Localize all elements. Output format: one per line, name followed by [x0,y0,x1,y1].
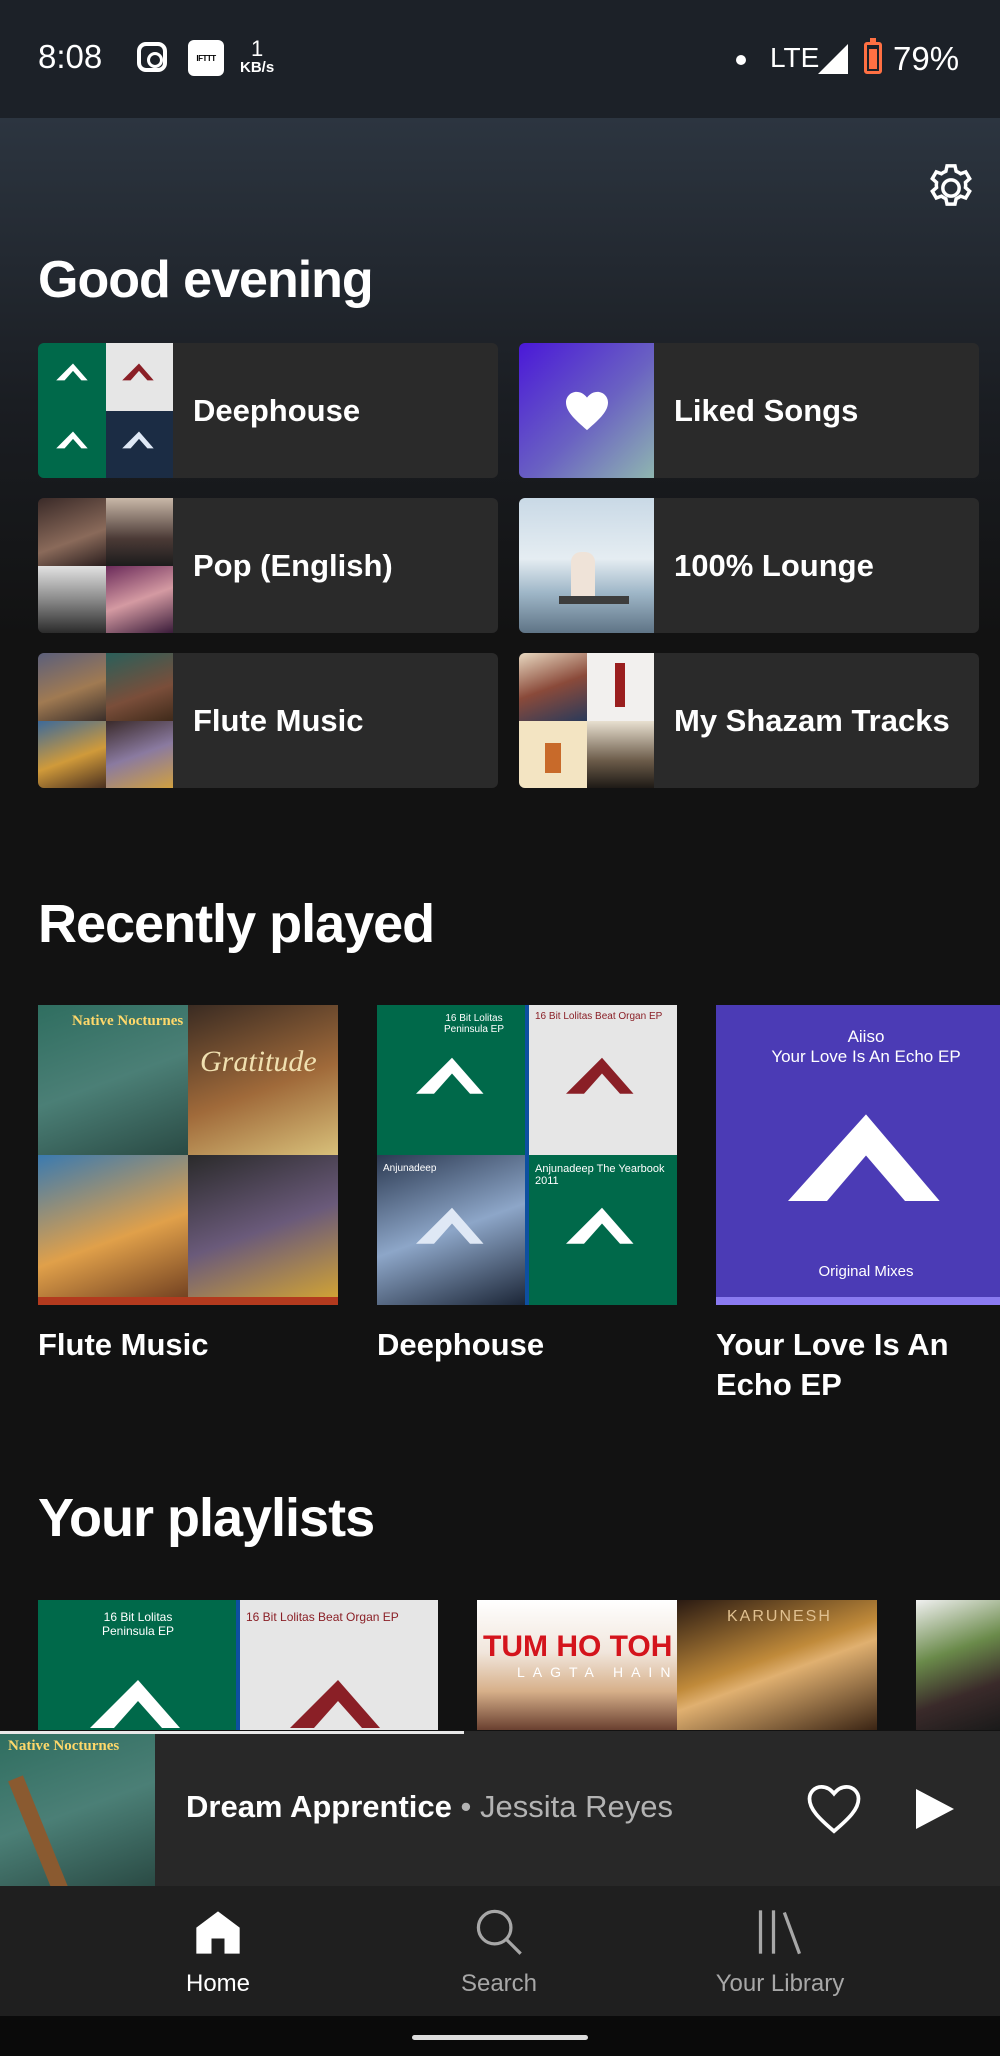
shortcut-label: My Shazam Tracks [674,702,950,738]
search-icon [476,1909,522,1955]
shortcut-label: Flute Music [193,702,364,738]
shortcut-thumbnail [38,653,173,788]
status-bar: 8:08 IFTTT 1 KB/s LTE 79% [0,0,1000,118]
shortcut-liked-songs[interactable]: Liked Songs [519,343,979,478]
nav-home[interactable]: Home [93,1886,343,2016]
settings-gear-icon[interactable] [923,160,979,216]
play-icon[interactable] [916,1789,954,1829]
cover-text: 16 Bit Lolitas Beat Organ EP [246,1610,399,1624]
nav-your-library[interactable]: Your Library [655,1886,905,2016]
cover-text: Aiiso [847,1027,885,1046]
recent-title: Deephouse [377,1327,545,1362]
shortcut-pop-english[interactable]: Pop (English) [38,498,498,633]
nav-search[interactable]: Search [374,1886,624,2016]
recent-item-flute-music[interactable]: Native Nocturnes Gratitude Flute Music [38,1005,338,1365]
signal-icon [818,44,848,74]
shortcut-thumbnail [519,653,654,788]
recent-title: Flute Music [38,1327,209,1362]
cover-text: 16 Bit Lolitas Peninsula EP [101,1610,175,1638]
nav-label: Search [460,1970,538,1997]
cover-text: Gratitude [200,1045,317,1078]
shortcut-thumbnail [519,498,654,633]
cover-text: 16 Bit Lolitas Peninsula EP [443,1013,505,1035]
recently-played-title: Recently played [38,894,435,954]
now-playing-artist: Jessita Reyes [479,1789,673,1824]
ifttt-icon: IFTTT [188,40,224,76]
system-gesture-bar [0,2016,1000,2056]
battery-percent: 79% [893,40,960,77]
cover-text: KARUNESH [727,1608,832,1625]
now-playing-cover: Native Nocturnes [0,1734,155,1886]
cover-text: Original Mixes [818,1263,914,1280]
shortcut-label: 100% Lounge [674,547,874,583]
your-playlists-title: Your playlists [38,1488,375,1548]
now-playing-title: Dream Apprentice [186,1789,452,1824]
shortcut-my-shazam-tracks[interactable]: My Shazam Tracks [519,653,979,788]
shortcut-label: Liked Songs [674,392,859,428]
greeting-title: Good evening [38,251,374,309]
recent-cover: 16 Bit Lolitas Peninsula EP 16 Bit Lolit… [377,1005,677,1305]
cover-text: Your Love Is An Echo EP [771,1047,961,1066]
recent-item-your-love-is-an-echo-ep[interactable]: Aiiso Your Love Is An Echo EP Original M… [716,1005,1000,1406]
shortcut-thumbnail [38,343,173,478]
net-speed: 1 KB/s [240,36,275,76]
net-speed-value: 1 [250,36,264,61]
nav-label: Your Library [715,1970,845,1997]
network-type: LTE [770,42,820,73]
notification-dot-icon [736,55,746,65]
liked-songs-thumbnail [519,343,654,478]
now-playing-bar[interactable]: Native Nocturnes Dream Apprentice • Jess… [0,1731,1000,1886]
heart-filled-icon [566,391,608,431]
library-icon [758,1910,802,1955]
recent-cover: Aiiso Your Love Is An Echo EP Original M… [716,1005,1000,1305]
shortcut-100-lounge[interactable]: 100% Lounge [519,498,979,633]
recent-cover: Native Nocturnes Gratitude [38,1005,338,1305]
status-time: 8:08 [38,38,103,75]
instagram-icon [137,42,167,72]
playlist-cover[interactable] [916,1600,1000,1730]
shortcut-label: Deephouse [193,392,361,428]
nav-label: Home [185,1970,251,1997]
recent-title: Your Love Is An Echo EP [716,1327,949,1403]
shortcut-deephouse[interactable]: Deephouse [38,343,498,478]
anjuna-logo-icon [788,1114,940,1201]
bottom-navigation: Home Search Your Library [0,1886,1000,2016]
recent-item-deephouse[interactable]: 16 Bit Lolitas Peninsula EP 16 Bit Lolit… [377,1005,677,1365]
playlist-cover[interactable]: TUM HO TOH LAGTA HAIN KARUNESH [477,1600,877,1730]
playlist-cover[interactable]: 16 Bit Lolitas Peninsula EP 16 Bit Lolit… [38,1600,438,1730]
cover-text: TUM HO TOH [483,1630,673,1663]
cover-text: 16 Bit Lolitas Beat Organ EP [535,1011,663,1022]
like-heart-icon[interactable] [806,1783,862,1835]
gesture-handle[interactable] [412,2035,588,2040]
cover-text: Native Nocturnes [8,1738,120,1754]
shortcut-thumbnail [38,498,173,633]
cover-text: Native Nocturnes [72,1013,184,1029]
net-speed-unit: KB/s [240,59,275,76]
shortcut-label: Pop (English) [193,547,393,583]
home-icon [196,1911,240,1954]
battery-icon [864,38,882,74]
cover-text: Anjunadeep [383,1163,437,1174]
shortcut-flute-music[interactable]: Flute Music [38,653,498,788]
cover-text: Anjunadeep The Yearbook 2011 [535,1163,665,1187]
now-playing-separator: • [451,1789,480,1824]
now-playing-text: Dream Apprentice • Jessita Reyes [186,1789,673,1825]
cover-text: LAGTA HAIN [517,1664,679,1680]
